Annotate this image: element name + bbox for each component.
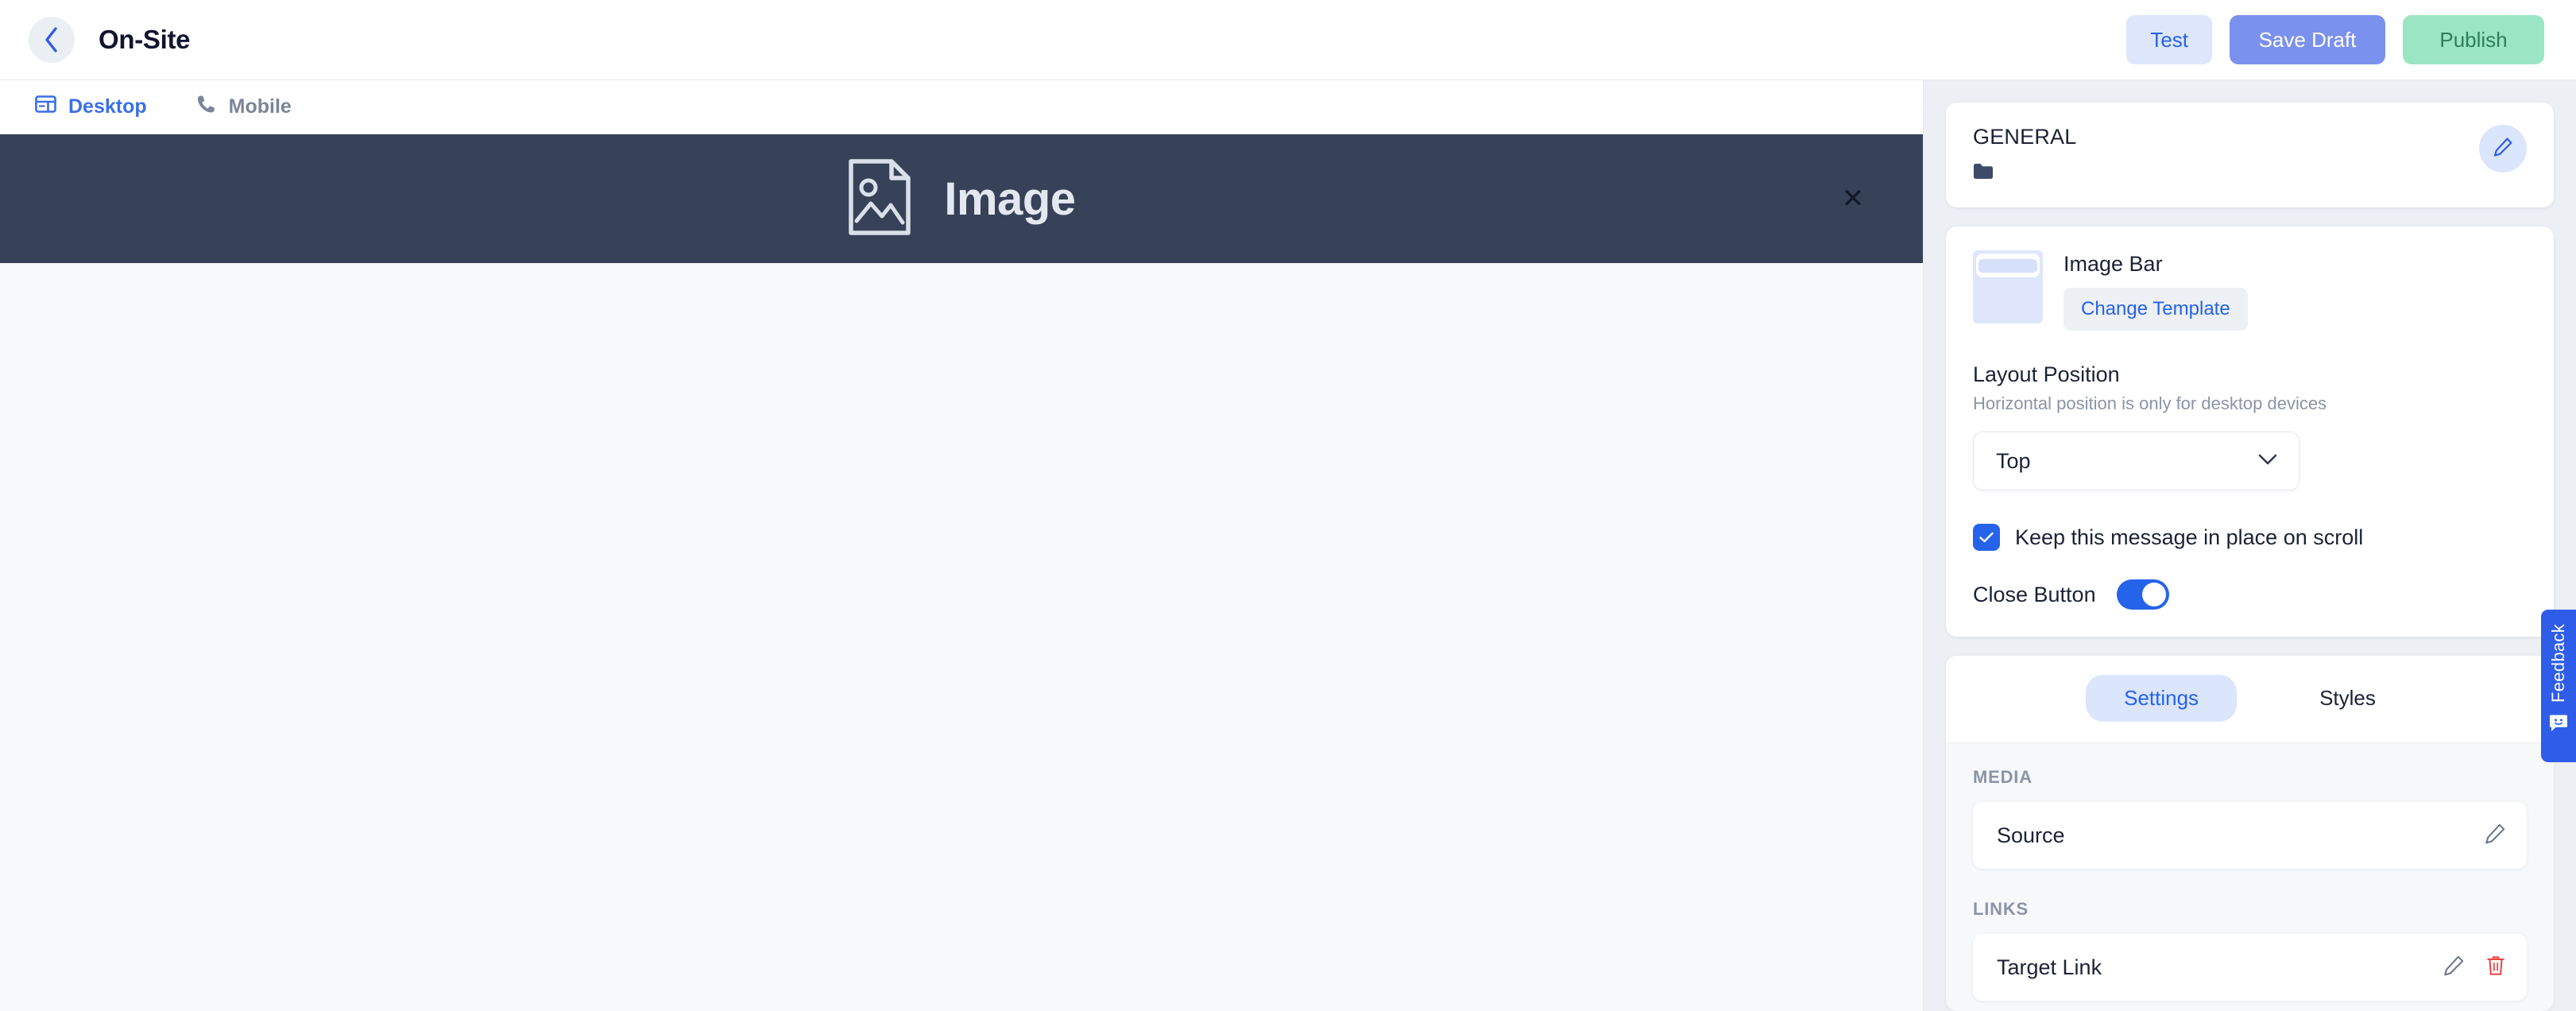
template-name: Image Bar: [2064, 252, 2163, 276]
pencil-icon: [2484, 823, 2506, 849]
publish-button[interactable]: Publish: [2403, 15, 2544, 64]
tab-styles[interactable]: Styles: [2281, 675, 2414, 722]
close-button-label: Close Button: [1973, 582, 2096, 606]
layout-position-sublabel: Horizontal position is only for desktop …: [1973, 393, 2327, 413]
pencil-icon: [2443, 955, 2465, 981]
tab-mobile-label: Mobile: [228, 95, 292, 118]
layout-position-value: Top: [1996, 448, 2031, 473]
layout-position-label: Layout Position: [1973, 362, 2120, 386]
links-target-edit-button[interactable]: [2443, 955, 2465, 981]
preview-column: Desktop Mobile Image ✕: [0, 80, 1924, 1011]
feedback-label: Feedback: [2548, 624, 2568, 703]
media-source-row[interactable]: Source: [1973, 802, 2527, 869]
tab-desktop[interactable]: Desktop: [35, 95, 147, 119]
general-title: GENERAL: [1973, 125, 2077, 149]
keep-in-place-checkbox[interactable]: [1973, 524, 2000, 551]
links-target-row[interactable]: Target Link: [1973, 934, 2527, 1001]
app-root: On-Site Test Save Draft Publish Desktop …: [0, 0, 2576, 1011]
template-thumbnail-bar-inner: [1978, 258, 2037, 273]
chevron-down-icon: [2257, 453, 2278, 470]
device-tab-bar: Desktop Mobile: [0, 80, 1923, 134]
preview-canvas: Image ✕: [0, 134, 1923, 1011]
close-button-row: Close Button: [1973, 579, 2527, 610]
general-edit-button[interactable]: [2479, 125, 2527, 172]
settings-tab-bar: Settings Styles: [1946, 656, 2554, 743]
folder-icon: [1973, 162, 2479, 184]
page-title: On-Site: [99, 25, 191, 54]
trash-icon: [2485, 955, 2506, 981]
media-section-label: MEDIA: [1973, 767, 2033, 787]
media-source-actions: [2484, 823, 2506, 849]
template-thumbnail: [1973, 250, 2043, 323]
image-bar-preview[interactable]: Image ✕: [0, 134, 1923, 263]
test-button[interactable]: Test: [2126, 15, 2212, 64]
media-source-label: Source: [1997, 823, 2065, 847]
chat-smiley-icon: [2548, 714, 2569, 737]
chevron-left-icon: [43, 26, 60, 53]
top-bar: On-Site Test Save Draft Publish: [0, 0, 2576, 80]
settings-styles-card: Settings Styles MEDIA Source LINKS Targe…: [1946, 656, 2554, 1011]
phone-icon: [196, 94, 217, 120]
template-thumbnail-bar: [1976, 254, 2040, 277]
links-target-actions: [2443, 955, 2506, 981]
close-button-toggle[interactable]: [2116, 579, 2169, 610]
general-card-content: GENERAL: [1973, 125, 2479, 184]
image-placeholder-icon: [847, 157, 912, 241]
main-body: Desktop Mobile Image ✕ GENERAL Image Bar…: [0, 80, 2576, 1011]
close-icon[interactable]: ✕: [1839, 184, 1867, 213]
links-section-label: LINKS: [1973, 899, 2029, 919]
tab-settings[interactable]: Settings: [2086, 675, 2238, 722]
layout-position-select[interactable]: Top: [1973, 432, 2299, 490]
template-info: Image Bar Change Template: [2064, 250, 2248, 331]
keep-in-place-label: Keep this message in place on scroll: [2015, 525, 2364, 549]
pencil-icon: [2493, 137, 2513, 161]
top-bar-actions: Test Save Draft Publish: [2126, 15, 2544, 64]
tab-desktop-label: Desktop: [68, 95, 147, 118]
feedback-tab[interactable]: Feedback: [2541, 610, 2576, 762]
general-card: GENERAL: [1946, 103, 2554, 207]
change-template-button[interactable]: Change Template: [2064, 288, 2248, 331]
desktop-icon: [35, 95, 56, 119]
image-bar-label: Image: [944, 172, 1076, 225]
links-target-delete-button[interactable]: [2485, 955, 2506, 981]
save-draft-button[interactable]: Save Draft: [2230, 15, 2385, 64]
settings-body: MEDIA Source LINKS Target Link: [1946, 743, 2554, 1011]
tab-mobile[interactable]: Mobile: [196, 94, 292, 120]
links-target-label: Target Link: [1997, 955, 2102, 979]
back-button[interactable]: [29, 17, 75, 63]
keep-in-place-row: Keep this message in place on scroll: [1973, 524, 2527, 551]
close-button-toggle-knob: [2141, 583, 2166, 606]
media-source-edit-button[interactable]: [2484, 823, 2506, 849]
settings-side-panel: GENERAL Image Bar Change Template Layout…: [1924, 80, 2576, 1011]
template-card: Image Bar Change Template Layout Positio…: [1946, 227, 2554, 637]
template-row: Image Bar Change Template: [1973, 250, 2527, 331]
